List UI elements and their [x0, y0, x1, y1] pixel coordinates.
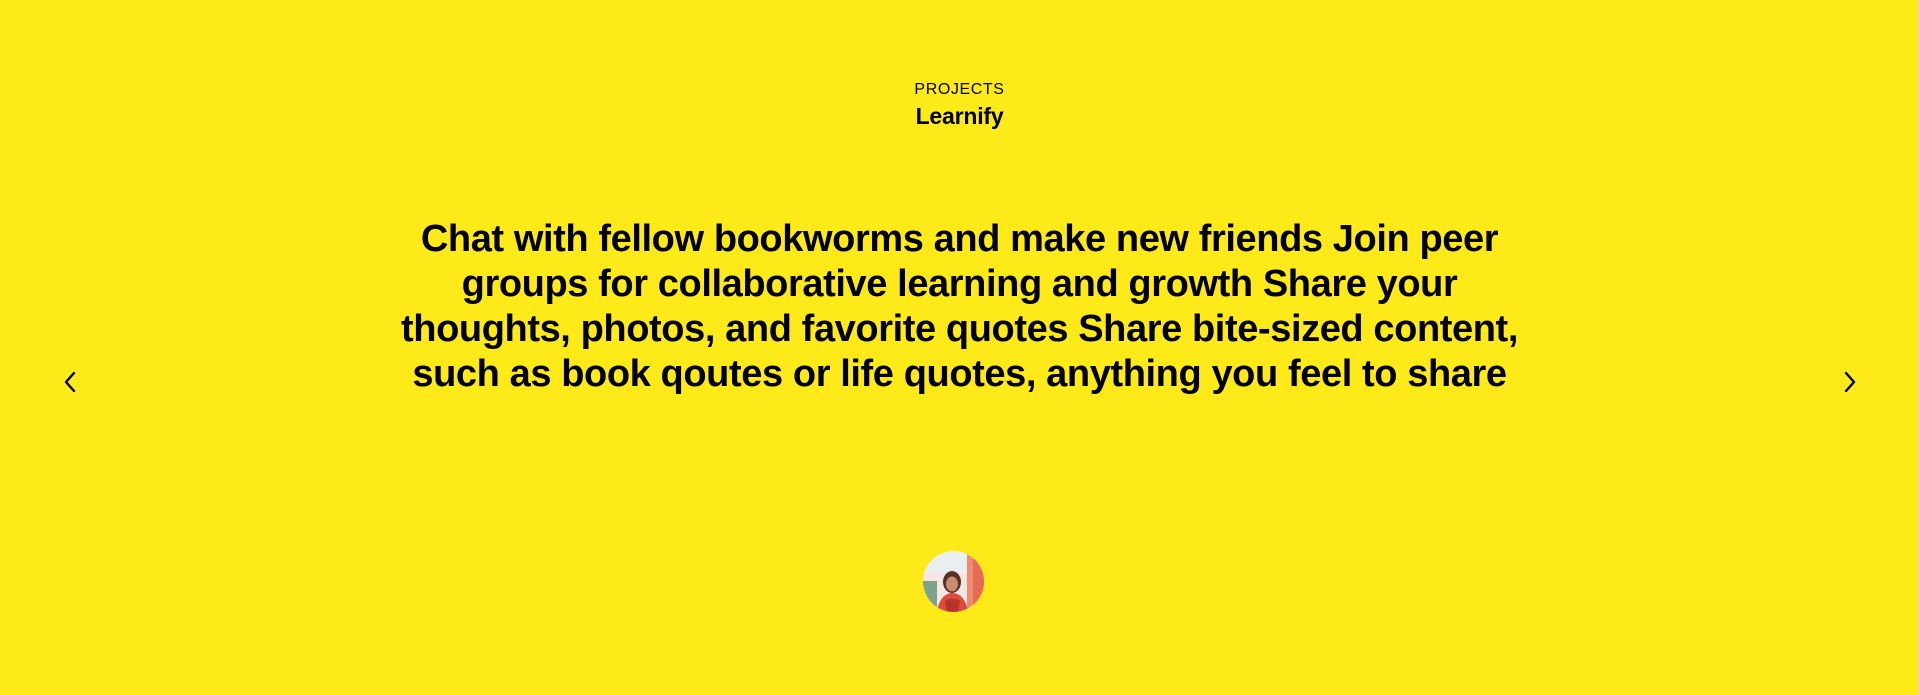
section-eyebrow: PROJECTS	[914, 81, 1005, 98]
chevron-left-icon	[64, 371, 76, 393]
chevron-right-icon	[1844, 371, 1856, 393]
project-description: Chat with fellow bookworms and make new …	[401, 218, 1518, 395]
avatar[interactable]	[923, 551, 984, 612]
next-slide-button[interactable]	[1830, 362, 1870, 402]
project-title: Learnify	[915, 103, 1004, 129]
previous-slide-button[interactable]	[50, 362, 90, 402]
user-photo-avatar	[923, 551, 984, 612]
testimonial-section: PROJECTS Learnify Chat with fellow bookw…	[0, 0, 1919, 695]
